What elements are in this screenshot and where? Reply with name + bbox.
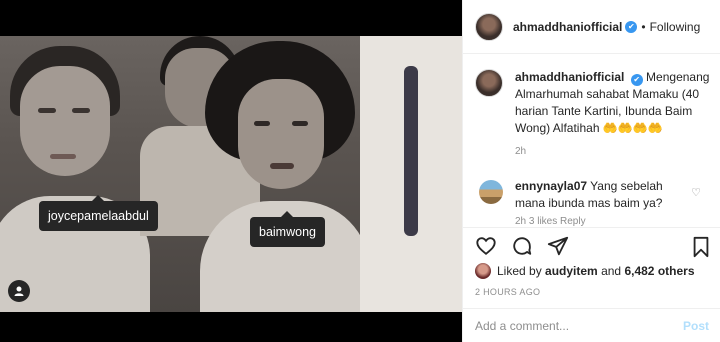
likes-summary: Liked by audyitem and 6,482 others xyxy=(475,263,695,279)
heart-icon[interactable] xyxy=(475,235,497,257)
likes-prefix: Liked by xyxy=(497,264,542,278)
paper-plane-icon[interactable] xyxy=(547,235,569,257)
person-icon[interactable] xyxy=(8,280,30,302)
comment-item: ennynayla07 Yang sebelah mana ibunda mas… xyxy=(475,178,711,227)
user-tag-baimwong[interactable]: baimwong xyxy=(250,211,325,247)
post-media[interactable]: joycepamelaabdul baimwong xyxy=(0,0,462,342)
post-photo[interactable]: joycepamelaabdul baimwong xyxy=(0,36,462,312)
verified-badge-icon: ✔ xyxy=(625,20,638,33)
comments-list[interactable]: ahmaddhaniofficial ✔ Mengenang Almarhuma… xyxy=(463,55,720,227)
comment-bubble-icon[interactable] xyxy=(511,235,533,257)
photo-figure-center xyxy=(200,41,370,312)
author-username[interactable]: ahmaddhaniofficial xyxy=(513,20,622,34)
likes-joiner: and xyxy=(601,264,622,278)
post-timestamp[interactable]: 2 HOURS AGO xyxy=(475,287,540,297)
liker-username[interactable]: audyitem xyxy=(545,264,598,278)
post-comment-button[interactable]: Post xyxy=(683,319,709,333)
post-caption: ahmaddhaniofficial ✔ Mengenang Almarhuma… xyxy=(475,69,711,160)
comment-like-heart-icon[interactable]: ♡ xyxy=(691,186,701,199)
photo-figure-right xyxy=(360,36,462,312)
author-avatar[interactable] xyxy=(475,12,503,41)
comment-author[interactable]: ennynayla07 xyxy=(515,179,587,193)
action-bar xyxy=(463,227,720,263)
commenter-avatar[interactable] xyxy=(479,180,503,204)
liker-avatar[interactable] xyxy=(475,263,491,279)
likes-others-link[interactable]: 6,482 others xyxy=(624,264,694,278)
following-button[interactable]: Following xyxy=(650,20,701,34)
caption-author[interactable]: ahmaddhaniofficial xyxy=(515,70,624,84)
comment-meta[interactable]: 2h 3 likes Reply xyxy=(515,216,711,227)
bookmark-icon[interactable] xyxy=(691,236,711,263)
comment-composer: Add a comment... Post xyxy=(463,308,720,342)
verified-badge-icon: ✔ xyxy=(630,73,643,86)
caption-author-avatar[interactable] xyxy=(475,69,503,97)
header-separator: • xyxy=(641,19,646,34)
comment-input[interactable]: Add a comment... xyxy=(475,319,569,333)
caption-age: 2h xyxy=(515,146,527,157)
photo-figure-left xyxy=(0,46,150,312)
post-header: ahmaddhaniofficial ✔ • Following xyxy=(463,0,720,54)
post-side-panel: ahmaddhaniofficial ✔ • Following ahmaddh… xyxy=(462,0,720,342)
user-tag-joycepamelaabdul[interactable]: joycepamelaabdul xyxy=(39,195,158,231)
